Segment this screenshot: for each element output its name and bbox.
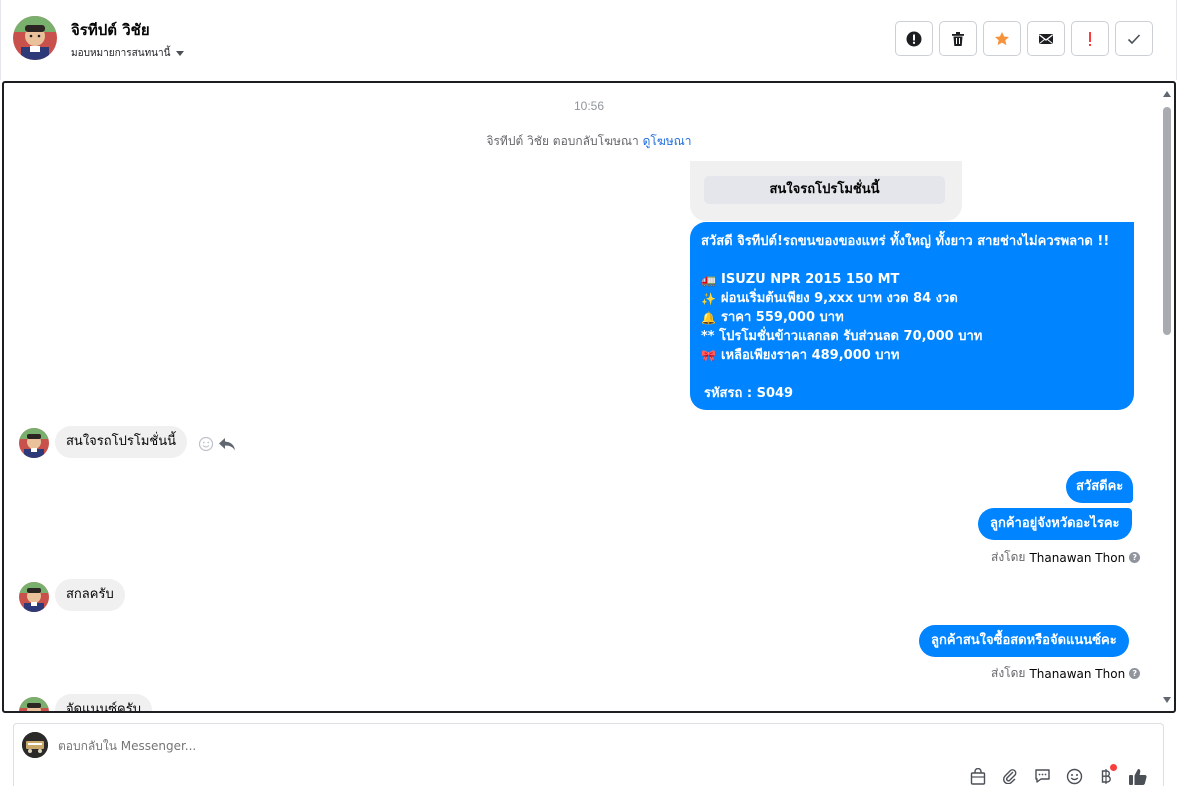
bell-icon: 🔔 [701,310,716,325]
thread-scrollbar[interactable] [1162,85,1172,709]
agent-name: Thanawan Thon [1029,666,1126,681]
conversation-actions [895,21,1153,56]
reply-input[interactable] [58,739,958,753]
scroll-up-arrow-icon[interactable] [1163,91,1171,97]
ad-card-button[interactable]: สนใจรถโปรโมชั่นนี้ [704,176,945,204]
sent-by-label: ส่งโดย [991,666,1026,680]
alert-circle-icon [906,31,922,46]
saved-reply-icon [1034,769,1050,783]
page-avatar [22,732,48,758]
message-timestamp: 10:56 [573,99,605,113]
spam-button[interactable] [895,21,933,56]
agent-name: Thanawan Thon [1029,550,1126,565]
mark-unread-button[interactable] [1027,21,1065,56]
incoming-message: สนใจรถโปรโมชั่นนี้ [55,426,188,458]
thumbs-up-icon [1129,768,1147,785]
promo-line: ✨ ผ่อนเริ่มต้นเพียง 9,xxx บาท งวด 84 งวด [701,291,958,306]
mark-done-button[interactable] [1115,21,1153,56]
delete-button[interactable] [939,21,977,56]
attach-button[interactable] [999,766,1021,786]
sparkles-icon: ✨ [701,291,716,306]
conversation-header: จิรทีปต์ วิชัย มอบหมายการสนทนานี้ [0,0,1177,80]
incoming-message: สกลครับ [55,579,125,611]
bag-icon [970,767,986,785]
contact-name: จิรทีปต์ วิชัย [71,21,150,39]
outgoing-message: ลูกค้าอยู่จังหวัดอะไรคะ [978,508,1132,540]
star-button[interactable] [983,21,1021,56]
incoming-message: จัดแนนซ์ครับ [55,694,152,711]
promo-message-bubble: สวัสดี จิรทีปต์!รถขนของของแทร่ ทั้งใหญ่ … [690,222,1134,410]
scroll-down-arrow-icon[interactable] [1163,697,1171,703]
payment-button[interactable] [1095,764,1117,786]
assign-conversation-dropdown[interactable]: มอบหมายการสนทนานี้ [71,46,185,61]
product-button[interactable] [967,766,989,786]
emoji-react-icon[interactable] [198,436,214,452]
promo-line: สวัสดี จิรทีปต์!รถขนของของแทร่ ทั้งใหญ่ … [701,234,1110,249]
ad-card: สนใจรถโปรโมชั่นนี้ [690,161,962,221]
notification-dot [1110,764,1117,771]
contact-avatar-small[interactable] [19,428,49,458]
reply-icon[interactable] [218,436,236,452]
contact-avatar-small[interactable] [19,582,49,612]
promo-line: 🚛 ISUZU NPR 2015 150 MT [701,272,900,287]
help-icon[interactable]: ? [1129,668,1141,679]
star-icon [995,31,1009,45]
sent-by-info: ส่งโดย Thanawan Thon ? [991,548,1141,567]
envelope-icon [1039,33,1053,44]
truck-icon: 🚛 [701,272,716,287]
ad-reply-notice: จิรทีปต์ วิชัย ตอบกลับโฆษณา ดูโฆษณา [4,132,1174,151]
ribbon-icon: 🎀 [701,348,716,363]
contact-avatar-small[interactable] [19,697,49,711]
view-ad-link[interactable]: ดูโฆษณา [643,134,692,148]
caret-down-icon [176,51,185,56]
sent-by-info: ส่งโดย Thanawan Thon ? [991,664,1141,683]
outgoing-message: สวัสดีคะ [1066,471,1134,503]
important-button[interactable] [1071,21,1109,56]
like-button[interactable] [1127,766,1149,786]
exclamation-icon [1089,31,1091,46]
assign-label: มอบหมายการสนทนานี้ [71,48,171,59]
reply-composer [13,723,1164,786]
promo-line: รหัสรถ : S049 [704,386,794,401]
composer-toolbar [967,764,1149,786]
message-hover-actions [198,436,236,452]
outgoing-message: ลูกค้าสนใจซื้อสดหรือจัดแนนซ์คะ [919,625,1129,657]
promo-line: 🔔 ราคา 559,000 บาท [701,310,844,325]
promo-line: 🎀 เหลือเพียงราคา 489,000 บาท [701,348,900,363]
paperclip-icon [1002,769,1017,784]
saved-reply-button[interactable] [1031,766,1053,786]
ad-reply-text: จิรทีปต์ วิชัย ตอบกลับโฆษณา [486,134,639,148]
promo-line: ** โปรโมชั่นข้าวแลกลด รับส่วนลด 70,000 บ… [701,329,983,344]
emoji-button[interactable] [1063,766,1085,786]
message-thread[interactable]: 10:56 จิรทีปต์ วิชัย ตอบกลับโฆษณา ดูโฆษณ… [2,81,1176,713]
contact-avatar[interactable] [13,16,57,60]
check-icon [1127,33,1141,44]
trash-icon [952,31,964,46]
emoji-icon [1066,768,1082,784]
scrollbar-thumb[interactable] [1163,107,1171,335]
help-icon[interactable]: ? [1129,552,1141,563]
sent-by-label: ส่งโดย [991,550,1026,564]
